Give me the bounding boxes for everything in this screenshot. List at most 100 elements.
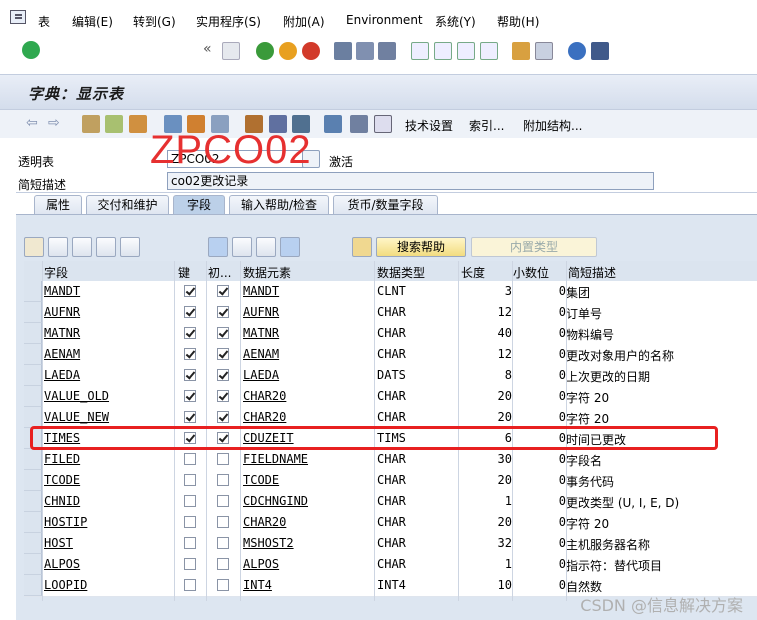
cell-field[interactable]: HOSTIP: [44, 515, 169, 529]
table-row[interactable]: AENAM AENAM CHAR 12 0 更改对象用户的名称: [24, 344, 757, 366]
row-selector[interactable]: [24, 281, 42, 302]
row-selector[interactable]: [24, 533, 42, 554]
cell-elem[interactable]: MANDT: [243, 284, 373, 298]
cell-field[interactable]: TCODE: [44, 473, 169, 487]
key-checkbox[interactable]: [184, 306, 196, 318]
short-description-field[interactable]: co02更改记录: [167, 172, 654, 190]
table-row[interactable]: MANDT MANDT CLNT 3 0 集团: [24, 281, 757, 303]
cell-field[interactable]: LAEDA: [44, 368, 169, 382]
initial-checkbox[interactable]: [217, 579, 229, 591]
find-next-icon[interactable]: [378, 42, 396, 60]
col-key[interactable]: 键: [178, 264, 190, 281]
menu-goto[interactable]: 转到(G): [133, 13, 176, 30]
cell-elem[interactable]: AUFNR: [243, 305, 373, 319]
display-change-icon[interactable]: [82, 115, 100, 133]
cancel-icon[interactable]: [302, 42, 320, 60]
cell-field[interactable]: AENAM: [44, 347, 169, 361]
exit-icon[interactable]: [279, 42, 297, 60]
next-page-icon[interactable]: [457, 42, 475, 60]
cell-field[interactable]: LOOPID: [44, 578, 169, 592]
table-row[interactable]: TCODE TCODE CHAR 20 0 事务代码: [24, 470, 757, 492]
key-checkbox[interactable]: [184, 348, 196, 360]
key-checkbox[interactable]: [184, 558, 196, 570]
delete-row-icon[interactable]: [120, 237, 140, 257]
initial-checkbox[interactable]: [217, 306, 229, 318]
cell-elem[interactable]: INT4: [243, 578, 373, 592]
move-up-icon[interactable]: [256, 237, 276, 257]
previous-page-icon[interactable]: [434, 42, 452, 60]
key-checkbox[interactable]: [184, 369, 196, 381]
cell-field[interactable]: MANDT: [44, 284, 169, 298]
table-row[interactable]: VALUE_OLD CHAR20 CHAR 20 0 字符 20: [24, 386, 757, 408]
cell-field[interactable]: VALUE_NEW: [44, 410, 169, 424]
key-checkbox[interactable]: [184, 516, 196, 528]
col-field[interactable]: 字段: [44, 264, 68, 281]
cell-field[interactable]: HOST: [44, 536, 169, 550]
row-selector[interactable]: [24, 491, 42, 512]
row-selector[interactable]: [24, 302, 42, 323]
forward-arrow-icon[interactable]: ⇨: [48, 115, 60, 131]
cell-elem[interactable]: CHAR20: [243, 515, 373, 529]
cell-field[interactable]: MATNR: [44, 326, 169, 340]
row-selector[interactable]: [24, 407, 42, 428]
sort-up-icon[interactable]: [280, 237, 300, 257]
cell-field[interactable]: ALPOS: [44, 557, 169, 571]
initial-checkbox[interactable]: [217, 558, 229, 570]
initial-checkbox[interactable]: [217, 516, 229, 528]
initial-checkbox[interactable]: [217, 453, 229, 465]
initial-checkbox[interactable]: [217, 537, 229, 549]
row-selector[interactable]: [24, 344, 42, 365]
cell-elem[interactable]: CHAR20: [243, 389, 373, 403]
menu-extras[interactable]: 附加(A): [283, 13, 325, 30]
table-row[interactable]: HOSTIP CHAR20 CHAR 20 0 字符 20: [24, 512, 757, 534]
initial-checkbox[interactable]: [217, 327, 229, 339]
copy-row-icon[interactable]: [48, 237, 68, 257]
cell-elem[interactable]: MATNR: [243, 326, 373, 340]
tab-delivery-maintenance[interactable]: 交付和维护: [86, 195, 169, 214]
first-page-icon[interactable]: [411, 42, 429, 60]
table-row[interactable]: AUFNR AUFNR CHAR 12 0 订单号: [24, 302, 757, 324]
initial-checkbox[interactable]: [217, 285, 229, 297]
last-page-icon[interactable]: [480, 42, 498, 60]
tab-fields[interactable]: 字段: [173, 195, 225, 214]
col-length[interactable]: 长度: [461, 264, 485, 281]
cut-icon[interactable]: [24, 237, 44, 257]
back-arrow-icon[interactable]: ⇦: [26, 115, 38, 131]
initial-checkbox[interactable]: [217, 390, 229, 402]
row-selector[interactable]: [24, 365, 42, 386]
initial-checkbox[interactable]: [217, 495, 229, 507]
sort-down-icon[interactable]: [208, 237, 228, 257]
menu-help[interactable]: 帮助(H): [497, 13, 539, 30]
initial-checkbox[interactable]: [217, 474, 229, 486]
paste-icon[interactable]: [72, 237, 92, 257]
insert-row-icon[interactable]: [96, 237, 116, 257]
cell-elem[interactable]: CHAR20: [243, 410, 373, 424]
key-checkbox[interactable]: [184, 453, 196, 465]
row-selector[interactable]: [24, 323, 42, 344]
append-structure-button[interactable]: 附加结构...: [523, 117, 582, 134]
shortcut-icon[interactable]: [535, 42, 553, 60]
row-selector[interactable]: [24, 512, 42, 533]
table-icon[interactable]: [374, 115, 392, 133]
menu-icon[interactable]: [10, 10, 26, 24]
cell-elem[interactable]: FIELDNAME: [243, 452, 373, 466]
layout-menu-icon[interactable]: [591, 42, 609, 60]
key-checkbox[interactable]: [184, 285, 196, 297]
key-icon[interactable]: [352, 237, 372, 257]
row-selector[interactable]: [24, 470, 42, 491]
cell-field[interactable]: CHNID: [44, 494, 169, 508]
cell-elem[interactable]: TCODE: [243, 473, 373, 487]
other-object-icon[interactable]: [129, 115, 147, 133]
key-checkbox[interactable]: [184, 327, 196, 339]
col-decimals[interactable]: 小数位: [513, 264, 549, 281]
table-row[interactable]: FILED FIELDNAME CHAR 30 0 字段名: [24, 449, 757, 471]
cell-elem[interactable]: ALPOS: [243, 557, 373, 571]
cell-elem[interactable]: MSHOST2: [243, 536, 373, 550]
menu-system[interactable]: 系统(Y): [435, 13, 476, 30]
technical-settings-button[interactable]: 技术设置: [405, 117, 453, 134]
row-selector[interactable]: [24, 575, 42, 596]
key-checkbox[interactable]: [184, 537, 196, 549]
print-icon[interactable]: [334, 42, 352, 60]
new-session-icon[interactable]: [512, 42, 530, 60]
help-icon[interactable]: [568, 42, 586, 60]
